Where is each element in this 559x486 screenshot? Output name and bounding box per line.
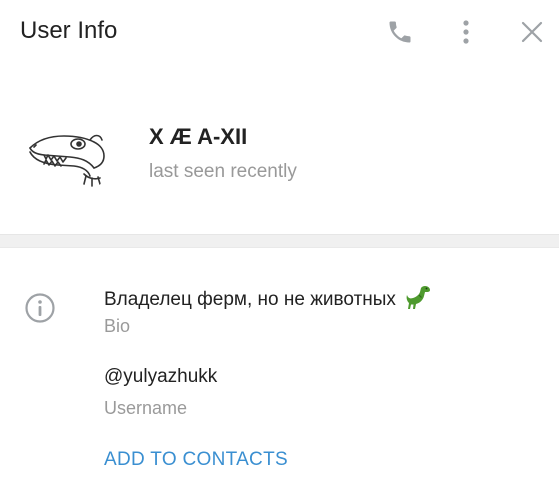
dinosaur-icon (406, 286, 431, 309)
phone-icon (389, 21, 411, 43)
bio-value: Владелец ферм, но не животных (104, 284, 433, 312)
username-label: Username (104, 398, 188, 418)
profile-name: X Æ A-XII (149, 124, 248, 149)
bio-label: Bio (104, 316, 131, 336)
add-to-contacts-button[interactable]: ADD TO CONTACTS (104, 448, 288, 472)
user-info-window: User Info X Æ A-XII last seen recently В… (0, 0, 559, 486)
username-value[interactable]: @yulyazhukk (104, 365, 217, 389)
profile-section: X Æ A-XII last seen recently (0, 64, 559, 234)
header: User Info (0, 0, 559, 64)
profile-status: last seen recently (149, 161, 297, 182)
page-title: User Info (20, 17, 118, 44)
more-vertical-icon (463, 20, 469, 44)
section-divider (0, 234, 559, 248)
close-icon (521, 21, 543, 43)
more-options-button[interactable] (451, 17, 481, 47)
close-button[interactable] (517, 17, 547, 47)
bio-text: Владелец ферм, но не животных (104, 289, 396, 310)
crocodile-avatar-icon (29, 134, 105, 187)
call-button[interactable] (385, 17, 415, 47)
info-icon (24, 292, 56, 324)
avatar[interactable] (24, 114, 110, 200)
